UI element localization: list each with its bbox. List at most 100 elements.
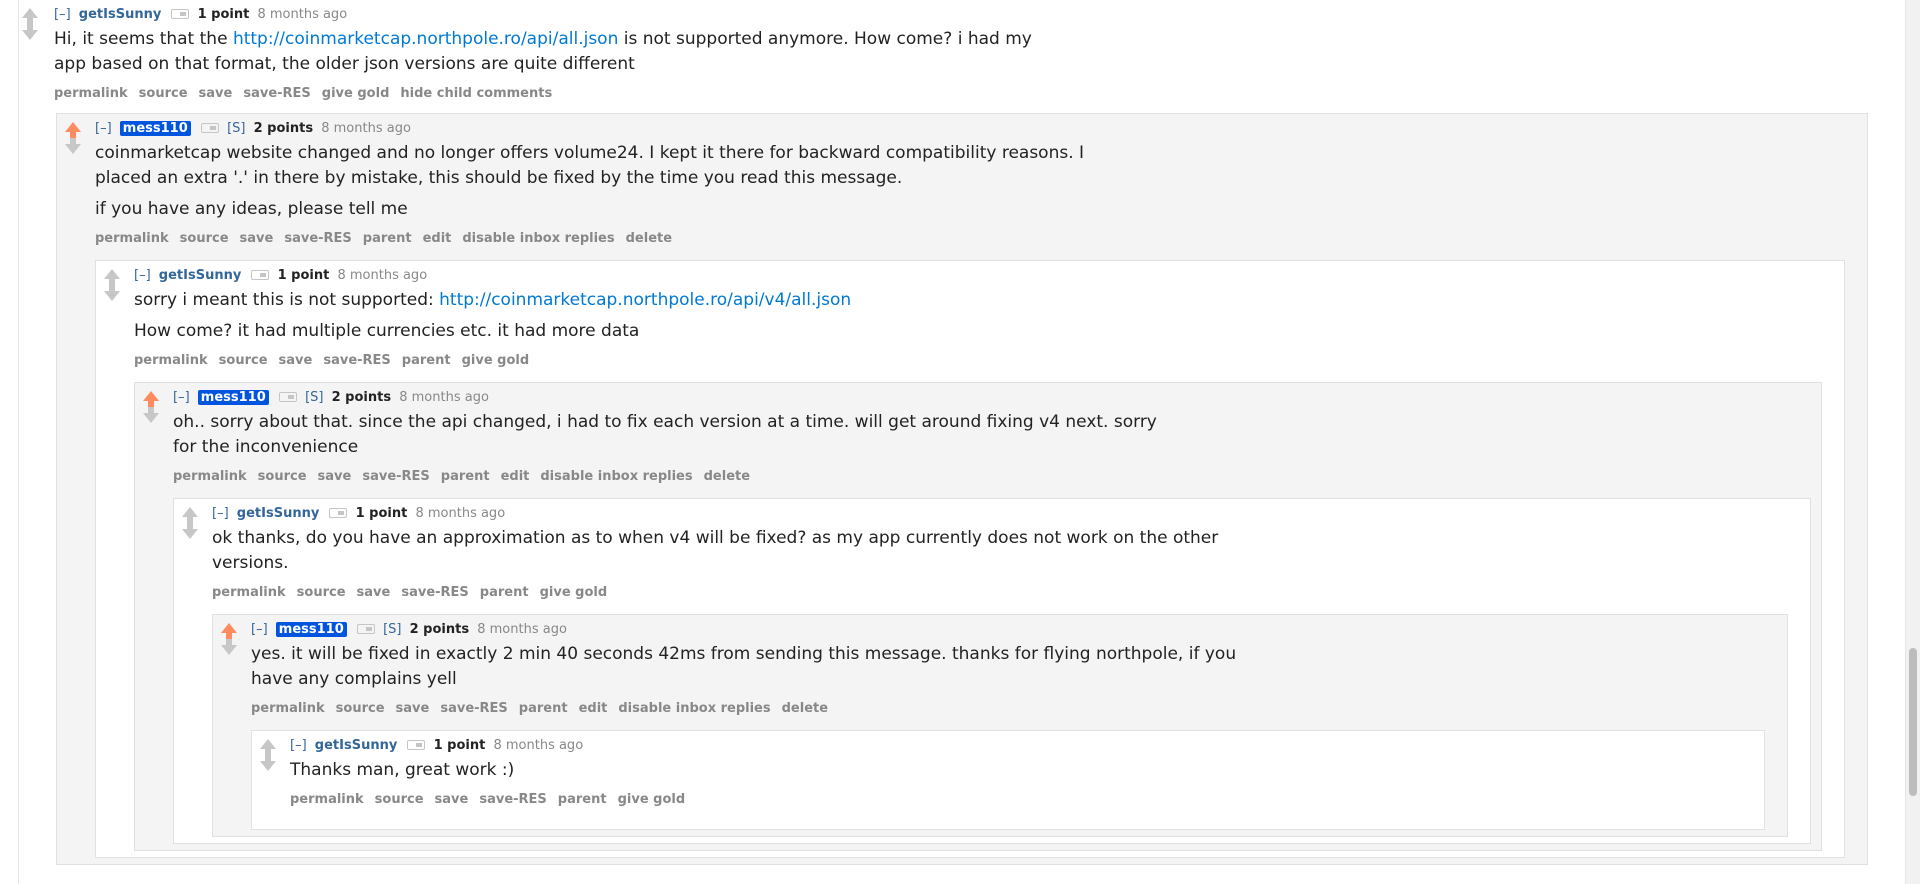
tag-icon[interactable]: [251, 269, 270, 280]
disable-inbox-replies-button[interactable]: disable inbox replies: [618, 701, 770, 716]
parent-button[interactable]: parent: [363, 231, 412, 246]
parent-button[interactable]: parent: [480, 585, 529, 600]
upvote-icon[interactable]: [22, 8, 38, 24]
submitter-flag[interactable]: [S]: [227, 121, 245, 136]
tag-icon[interactable]: [407, 739, 426, 750]
author-link[interactable]: mess110: [275, 622, 347, 637]
parent-button[interactable]: parent: [441, 469, 490, 484]
tag-icon[interactable]: [278, 391, 297, 402]
downvote-icon[interactable]: [104, 285, 120, 301]
timestamp: 8 months ago: [321, 121, 411, 136]
save-res-button[interactable]: save-RES: [479, 792, 546, 807]
permalink-button[interactable]: permalink: [251, 701, 325, 716]
comment-entry: [–] mess110 [S] 2 points 8 months ago ye…: [213, 615, 1787, 718]
disable-inbox-replies-button[interactable]: disable inbox replies: [462, 231, 614, 246]
upvote-icon[interactable]: [221, 623, 237, 639]
collapse-toggle[interactable]: [–]: [95, 121, 112, 136]
downvote-icon[interactable]: [260, 755, 276, 771]
parent-button[interactable]: parent: [558, 792, 607, 807]
downvote-icon[interactable]: [22, 24, 38, 40]
edit-button[interactable]: edit: [501, 469, 530, 484]
permalink-button[interactable]: permalink: [173, 469, 247, 484]
upvote-icon[interactable]: [65, 122, 81, 138]
disable-inbox-replies-button[interactable]: disable inbox replies: [540, 469, 692, 484]
author-link[interactable]: getIsSunny: [315, 738, 398, 753]
upvote-icon[interactable]: [143, 391, 159, 407]
collapse-toggle[interactable]: [–]: [173, 390, 190, 405]
save-button[interactable]: save: [396, 701, 430, 716]
collapse-toggle[interactable]: [–]: [212, 506, 229, 521]
body-link[interactable]: http://coinmarketcap.northpole.ro/api/v4…: [439, 290, 851, 310]
give-gold-button[interactable]: give gold: [540, 585, 608, 600]
save-button[interactable]: save: [199, 86, 233, 101]
upvote-icon[interactable]: [182, 507, 198, 523]
upvote-icon[interactable]: [260, 739, 276, 755]
source-button[interactable]: source: [336, 701, 385, 716]
edit-button[interactable]: edit: [579, 701, 608, 716]
save-button[interactable]: save: [435, 792, 469, 807]
tag-icon[interactable]: [356, 623, 375, 634]
body-text: app based on that format, the older json…: [54, 54, 635, 74]
tag-icon[interactable]: [171, 8, 190, 19]
downvote-icon[interactable]: [143, 407, 159, 423]
scrollbar-thumb[interactable]: [1909, 648, 1917, 796]
submitter-flag[interactable]: [S]: [305, 390, 323, 405]
save-button[interactable]: save: [357, 585, 391, 600]
source-button[interactable]: source: [258, 469, 307, 484]
body-text: placed an extra '.' in there by mistake,…: [95, 168, 903, 188]
delete-button[interactable]: delete: [626, 231, 672, 246]
save-res-button[interactable]: save-RES: [440, 701, 507, 716]
author-link[interactable]: getIsSunny: [237, 506, 320, 521]
permalink-button[interactable]: permalink: [54, 86, 128, 101]
permalink-button[interactable]: permalink: [290, 792, 364, 807]
author-link[interactable]: mess110: [119, 121, 191, 136]
downvote-icon[interactable]: [65, 138, 81, 154]
comment: [–] getIsSunny 1 point 8 months ago: [173, 498, 1811, 844]
give-gold-button[interactable]: give gold: [618, 792, 686, 807]
tag-icon[interactable]: [329, 507, 348, 518]
source-button[interactable]: source: [139, 86, 188, 101]
collapse-toggle[interactable]: [–]: [54, 7, 71, 22]
source-button[interactable]: source: [375, 792, 424, 807]
save-res-button[interactable]: save-RES: [284, 231, 351, 246]
give-gold-button[interactable]: give gold: [322, 86, 390, 101]
author-link[interactable]: getIsSunny: [79, 7, 162, 22]
downvote-icon[interactable]: [182, 523, 198, 539]
save-res-button[interactable]: save-RES: [362, 469, 429, 484]
permalink-button[interactable]: permalink: [212, 585, 286, 600]
collapse-toggle[interactable]: [–]: [134, 268, 151, 283]
permalink-button[interactable]: permalink: [95, 231, 169, 246]
parent-button[interactable]: parent: [402, 353, 451, 368]
collapse-toggle[interactable]: [–]: [290, 738, 307, 753]
body-link[interactable]: http://coinmarketcap.northpole.ro/api/al…: [233, 29, 618, 49]
delete-button[interactable]: delete: [704, 469, 750, 484]
timestamp: 8 months ago: [337, 268, 428, 283]
score: 1 point: [433, 738, 486, 753]
source-button[interactable]: source: [180, 231, 229, 246]
source-button[interactable]: source: [297, 585, 346, 600]
delete-button[interactable]: delete: [782, 701, 828, 716]
save-button[interactable]: save: [240, 231, 274, 246]
author-link[interactable]: mess110: [197, 390, 269, 405]
hide-child-comments-button[interactable]: hide child comments: [400, 86, 552, 101]
save-button[interactable]: save: [279, 353, 313, 368]
author-link[interactable]: getIsSunny: [159, 268, 242, 283]
save-res-button[interactable]: save-RES: [401, 585, 468, 600]
give-gold-button[interactable]: give gold: [462, 353, 530, 368]
comment-actions: permalink source save save-RES parent give go…: [290, 791, 1764, 809]
submitter-flag[interactable]: [S]: [383, 622, 401, 637]
comment: [–] getIsSunny 1 point 8 months ago sorr…: [95, 260, 1845, 858]
edit-button[interactable]: edit: [423, 231, 452, 246]
permalink-button[interactable]: permalink: [134, 353, 208, 368]
comment-body: Hi, it seems that the http://coinmarketc…: [54, 27, 1878, 77]
parent-button[interactable]: parent: [519, 701, 568, 716]
upvote-icon[interactable]: [104, 269, 120, 285]
save-res-button[interactable]: save-RES: [323, 353, 390, 368]
tag-icon[interactable]: [200, 122, 219, 133]
source-button[interactable]: source: [219, 353, 268, 368]
save-button[interactable]: save: [318, 469, 352, 484]
downvote-icon[interactable]: [221, 639, 237, 655]
scrollbar[interactable]: [1905, 0, 1920, 884]
save-res-button[interactable]: save-RES: [243, 86, 310, 101]
collapse-toggle[interactable]: [–]: [251, 622, 268, 637]
